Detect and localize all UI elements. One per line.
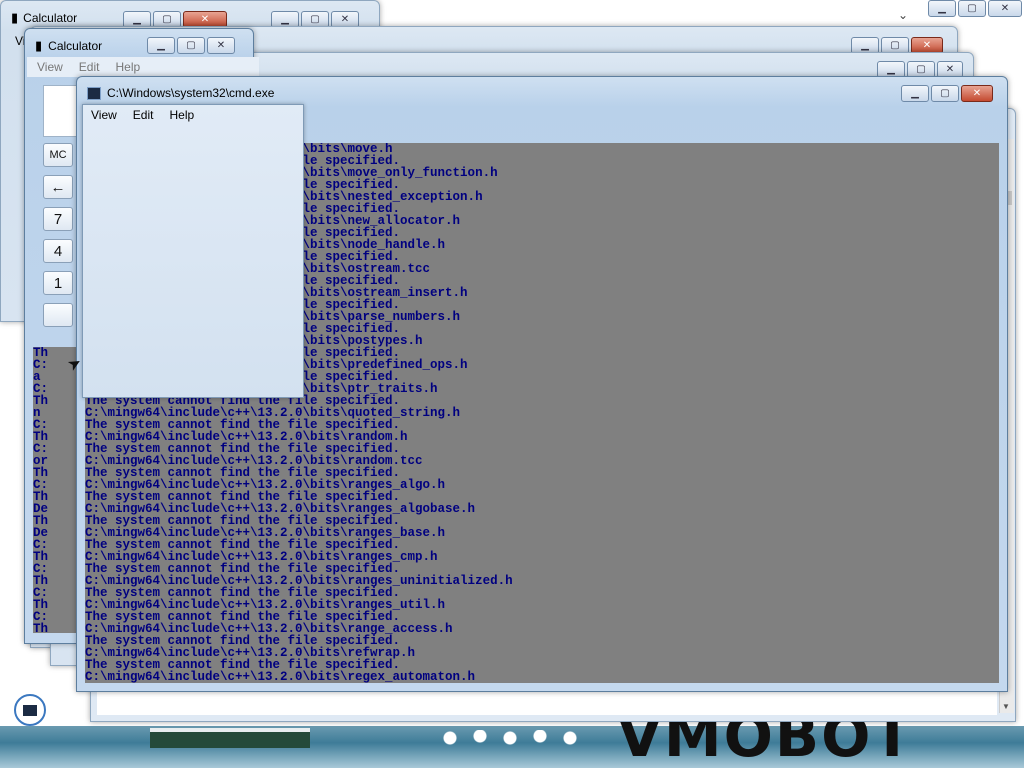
close-button[interactable]: ✕ (988, 0, 1022, 17)
cmd-icon (87, 86, 101, 100)
window-title: Calculator (23, 11, 78, 25)
wallpaper-decoration (440, 730, 640, 750)
calculator-icon: ▮ (11, 10, 19, 25)
minimize-button[interactable]: ▁ (901, 85, 929, 102)
window-title: Calculator (48, 39, 103, 53)
menu-item-help[interactable]: Help (115, 60, 140, 74)
digit-0-button[interactable] (43, 303, 73, 327)
digit-4-button[interactable]: 4 (43, 239, 73, 263)
maximize-button[interactable]: ▢ (931, 85, 959, 102)
digit-7-button[interactable]: 7 (43, 207, 73, 231)
chevron-down-icon[interactable]: ⌄ (898, 8, 908, 22)
calculator-menubar: View Edit Help (27, 57, 259, 77)
console-line: C:\mingw64\include\c++\13.2.0\bits\regex… (85, 670, 476, 683)
taskbar-cmd-icon[interactable] (14, 694, 46, 726)
window-title: C:\Windows\system32\cmd.exe (107, 86, 275, 100)
maximize-button[interactable]: ▢ (177, 37, 205, 54)
close-button[interactable]: ✕ (961, 85, 993, 102)
minimize-button[interactable]: ▁ (928, 0, 956, 17)
background-console-peek: Th C: a C: Th n C: Th C: or Th C: Th De Th De C: Th C: Th C:… (33, 347, 79, 633)
backspace-button[interactable]: ← (43, 175, 73, 199)
close-button[interactable]: ✕ (207, 37, 235, 54)
memory-clear-button[interactable]: MC (43, 143, 73, 167)
menu-item-view[interactable]: View (91, 108, 117, 122)
minimize-button[interactable]: ▁ (147, 37, 175, 54)
wallpaper-decoration (150, 728, 310, 748)
menu-item-edit[interactable]: Edit (79, 60, 100, 74)
console-line: Th (33, 622, 49, 633)
menu-item-edit[interactable]: Edit (133, 108, 154, 122)
calculator-icon: ▮ (35, 38, 43, 53)
menu-item-view[interactable]: View (37, 60, 63, 74)
calculator-window-front: View Edit Help (82, 104, 304, 398)
restore-button[interactable]: ▢ (958, 0, 986, 17)
calculator-menubar: View Edit Help (83, 105, 303, 125)
digit-1-button[interactable]: 1 (43, 271, 73, 295)
background-window-controls: ▁ ▢ ✕ (928, 0, 1022, 17)
menu-item-help[interactable]: Help (169, 108, 194, 122)
